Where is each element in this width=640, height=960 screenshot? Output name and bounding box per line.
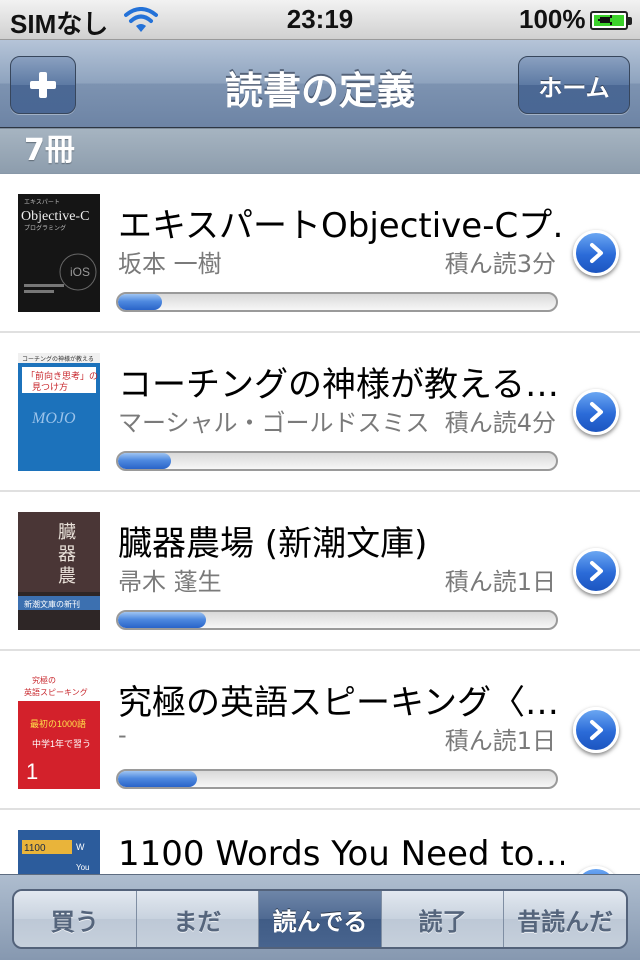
svg-text:1: 1 xyxy=(26,759,38,784)
book-title: コーチングの神様が教える… xyxy=(118,365,559,405)
svg-text:エキスパート: エキスパート xyxy=(24,199,60,206)
home-button[interactable]: ホーム xyxy=(518,56,630,114)
book-cover-image: エキスパート Objective-C プログラミング iOS xyxy=(18,194,100,312)
status-bar: SIMなし 23:19 100% xyxy=(0,0,640,40)
progress-fill xyxy=(118,453,171,469)
book-row[interactable]: エキスパート Objective-C プログラミング iOS エキスパートObj… xyxy=(0,174,640,333)
svg-text:W: W xyxy=(76,842,85,852)
book-title: エキスパートObjective-Cプ… xyxy=(118,206,564,246)
book-author: 坂本 一樹 xyxy=(118,250,222,278)
navigation-bar: 読書の定義 ホーム xyxy=(0,40,640,128)
cover-art: コーチングの神様が教える 「前向き思考」の 見つけ方 MOJO xyxy=(18,353,100,471)
svg-text:1100: 1100 xyxy=(24,843,46,854)
book-status: 積ん読1日 xyxy=(444,568,556,596)
tab-reading[interactable]: 読んでる xyxy=(259,891,382,947)
book-row[interactable]: コーチングの神様が教える 「前向き思考」の 見つけ方 MOJO コーチングの神様… xyxy=(0,333,640,492)
book-title: 1100 Words You Need to… xyxy=(118,834,564,874)
charging-plug-icon xyxy=(598,15,612,25)
svg-text:農: 農 xyxy=(58,566,76,586)
battery-percent: 100% xyxy=(519,4,586,34)
cover-art: 1100 W You xyxy=(18,830,100,874)
chevron-right-icon xyxy=(590,243,603,263)
book-status: 積ん読4分 xyxy=(444,409,556,437)
svg-text:Objective-C: Objective-C xyxy=(21,209,89,224)
detail-disclosure-button[interactable] xyxy=(573,707,619,753)
book-cover-image: 1100 W You xyxy=(18,830,100,874)
chevron-right-icon xyxy=(590,720,603,740)
cover-art: 究極の 英語スピーキング 最初の1000語 中学1年で習う 1 xyxy=(18,671,100,789)
reading-progress-bar xyxy=(116,292,558,312)
svg-text:究極の: 究極の xyxy=(32,675,56,685)
section-header-count: 7冊 xyxy=(0,128,640,174)
reading-progress-bar xyxy=(116,769,558,789)
detail-disclosure-button[interactable] xyxy=(573,548,619,594)
detail-disclosure-button[interactable] xyxy=(573,389,619,435)
svg-text:「前向き思考」の: 「前向き思考」の xyxy=(26,370,98,381)
book-status: 積ん読1日 xyxy=(444,727,556,755)
book-row[interactable]: 1100 W You 1100 Words You Need to… xyxy=(0,810,640,874)
detail-disclosure-button[interactable] xyxy=(573,230,619,276)
reading-progress-bar xyxy=(116,451,558,471)
book-title: 究極の英語スピーキング〈… xyxy=(118,683,559,723)
svg-text:MOJO: MOJO xyxy=(31,410,76,427)
chevron-right-icon xyxy=(590,402,603,422)
svg-text:中学1年で習う: 中学1年で習う xyxy=(32,738,91,749)
tab-read-long-ago[interactable]: 昔読んだ xyxy=(504,891,626,947)
svg-text:プログラミング: プログラミング xyxy=(24,224,66,232)
detail-disclosure-button[interactable] xyxy=(573,866,619,874)
tab-not-yet[interactable]: まだ xyxy=(136,891,260,947)
svg-text:器: 器 xyxy=(58,544,76,564)
book-author: マーシャル・ゴールドスミス xyxy=(118,409,430,437)
book-title: 臓器農場 (新潮文庫) xyxy=(118,524,428,564)
svg-text:You: You xyxy=(76,863,90,872)
tab-finished[interactable]: 読了 xyxy=(381,891,505,947)
book-row[interactable]: 究極の 英語スピーキング 最初の1000語 中学1年で習う 1 究極の英語スピー… xyxy=(0,651,640,810)
svg-text:英語スピーキング: 英語スピーキング xyxy=(24,687,88,697)
progress-fill xyxy=(118,612,206,628)
book-cover-image: コーチングの神様が教える 「前向き思考」の 見つけ方 MOJO xyxy=(18,353,100,471)
svg-text:見つけ方: 見つけ方 xyxy=(32,381,68,392)
progress-fill xyxy=(118,771,197,787)
svg-text:最初の1000語: 最初の1000語 xyxy=(30,718,86,729)
book-author: 帚木 蓬生 xyxy=(118,568,222,596)
svg-text:iOS: iOS xyxy=(70,265,90,279)
svg-text:臓: 臓 xyxy=(58,522,76,542)
svg-text:新潮文庫の新刊: 新潮文庫の新刊 xyxy=(24,599,80,609)
book-author: - xyxy=(118,721,127,749)
book-row[interactable]: 臓 器 農 新潮文庫の新刊 臓器農場 (新潮文庫) 帚木 蓬生 積ん読1日 xyxy=(0,492,640,651)
book-list: エキスパート Objective-C プログラミング iOS エキスパートObj… xyxy=(0,174,640,874)
cover-art: エキスパート Objective-C プログラミング iOS xyxy=(18,194,100,312)
bottom-toolbar: 買う まだ 読んでる 読了 昔読んだ xyxy=(0,874,640,960)
book-cover-image: 究極の 英語スピーキング 最初の1000語 中学1年で習う 1 xyxy=(18,671,100,789)
book-status: 積ん読3分 xyxy=(444,250,556,278)
tab-buy[interactable]: 買う xyxy=(14,891,137,947)
reading-state-segmented-control: 買う まだ 読んでる 読了 昔読んだ xyxy=(12,889,628,949)
chevron-right-icon xyxy=(590,561,603,581)
book-cover-image: 臓 器 農 新潮文庫の新刊 xyxy=(18,512,100,630)
cover-art: 臓 器 農 新潮文庫の新刊 xyxy=(18,512,100,630)
progress-fill xyxy=(118,294,162,310)
reading-progress-bar xyxy=(116,610,558,630)
svg-text:コーチングの神様が教える: コーチングの神様が教える xyxy=(22,355,94,363)
